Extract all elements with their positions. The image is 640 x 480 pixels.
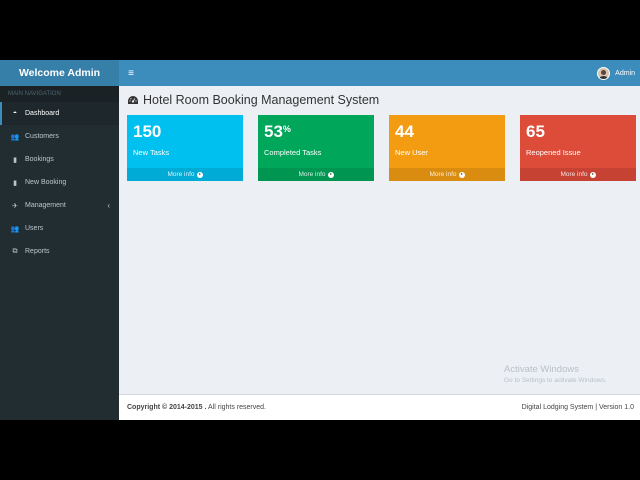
- sidebar: MAIN NAVIGATION ◓ Dashboard 👥 Customers …: [0, 86, 119, 420]
- more-info-link[interactable]: More info: [258, 168, 374, 181]
- stat-label: New Tasks: [133, 148, 170, 157]
- sidebar-item-users[interactable]: 👥 Users: [0, 217, 119, 240]
- top-header: Welcome Admin ≡ Admin: [0, 60, 640, 86]
- stat-box-new-user: 44 New User More info: [389, 115, 505, 181]
- user-menu[interactable]: Admin: [597, 60, 635, 86]
- arrow-circle-right-icon: [196, 171, 203, 178]
- plane-icon: ✈: [12, 202, 18, 210]
- stat-value: 53%: [264, 122, 291, 141]
- user-name: Admin: [615, 69, 635, 77]
- sidebar-item-label: New Booking: [25, 179, 67, 186]
- stat-label: Completed Tasks: [264, 148, 322, 157]
- arrow-circle-right-icon: [327, 171, 334, 178]
- more-info-link[interactable]: More info: [389, 168, 505, 181]
- users-icon: 👥: [10, 225, 20, 233]
- stat-value: 65: [526, 122, 545, 141]
- book-icon: ▮: [13, 179, 17, 187]
- page-title-text: Hotel Room Booking Management System: [143, 93, 380, 107]
- watermark-subtitle: Go to Settings to activate Windows.: [504, 377, 607, 384]
- sidebar-item-customers[interactable]: 👥 Customers: [0, 125, 119, 148]
- stat-box-reopened-issue: 65 Reopened Issue More info: [520, 115, 636, 181]
- more-info-link[interactable]: More info: [520, 168, 636, 181]
- sidebar-item-label: Dashboard: [25, 110, 60, 117]
- users-icon: 👥: [10, 133, 20, 141]
- sidebar-item-label: Reports: [25, 248, 50, 255]
- sidebar-item-new-booking[interactable]: ▮ New Booking: [0, 171, 119, 194]
- sidebar-item-label: Bookings: [25, 156, 54, 163]
- chevron-left-icon: ‹: [107, 201, 110, 210]
- footer-version: Digital Lodging System | Version 1.0: [521, 404, 634, 411]
- stat-box-completed-tasks: 53% Completed Tasks More info: [258, 115, 374, 181]
- sidebar-item-reports[interactable]: ⧉ Reports: [0, 240, 119, 263]
- dashboard-icon: ◓: [12, 110, 18, 117]
- nav-section-header: MAIN NAVIGATION: [0, 86, 119, 102]
- stat-label: Reopened Issue: [526, 148, 581, 157]
- watermark-title: Activate Windows: [504, 364, 579, 375]
- more-info-link[interactable]: More info: [127, 168, 243, 181]
- logo[interactable]: Welcome Admin: [0, 60, 119, 86]
- stat-value: 44: [395, 122, 414, 141]
- sidebar-item-bookings[interactable]: ▮ Bookings: [0, 148, 119, 171]
- footer-copyright: Copyright © 2014-2015 . All rights reser…: [127, 404, 266, 411]
- sidebar-item-label: Customers: [25, 133, 59, 140]
- stat-value: 150: [133, 122, 162, 141]
- footer: Copyright © 2014-2015 . All rights reser…: [119, 394, 640, 420]
- dashboard-icon: [128, 95, 138, 104]
- copy-icon: ⧉: [12, 247, 18, 255]
- main-content: Hotel Room Booking Management System 150…: [119, 86, 640, 394]
- sidebar-item-label: Users: [25, 225, 44, 232]
- avatar: [597, 66, 611, 80]
- app-window: Welcome Admin ≡ Admin MAIN NAVIGATION ◓ …: [0, 60, 640, 420]
- page-title: Hotel Room Booking Management System: [127, 93, 379, 107]
- stat-box-new-tasks: 150 New Tasks More info: [127, 115, 243, 181]
- book-icon: ▮: [13, 156, 17, 164]
- sidebar-item-dashboard[interactable]: ◓ Dashboard: [0, 102, 119, 125]
- arrow-circle-right-icon: [458, 171, 465, 178]
- sidebar-item-label: Management: [25, 202, 66, 209]
- stat-label: New User: [395, 148, 428, 157]
- activate-windows-watermark: Activate Windows Go to Settings to activ…: [504, 364, 607, 384]
- menu-toggle-icon[interactable]: ≡: [124, 60, 138, 86]
- sidebar-item-management[interactable]: ✈ Management ‹: [0, 194, 119, 217]
- arrow-circle-right-icon: [589, 171, 596, 178]
